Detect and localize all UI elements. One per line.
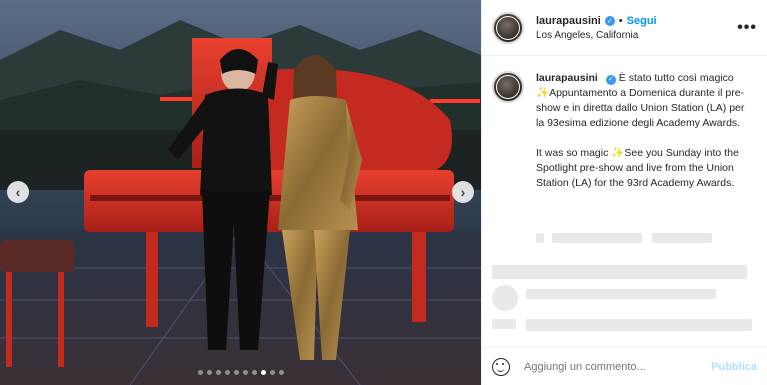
blurred-comment — [526, 319, 752, 331]
carousel-prev-button[interactable]: ‹ — [7, 181, 29, 203]
carousel-dot — [278, 370, 284, 375]
instagram-post: ‹ › laurapausini ✓ • Segui Los Angeles, … — [0, 0, 767, 385]
comment-input[interactable] — [524, 360, 712, 373]
follow-button[interactable]: Segui — [627, 15, 657, 27]
header-line: laurapausini ✓ • Segui — [536, 15, 737, 27]
chevron-left-icon: ‹ — [15, 184, 21, 200]
carousel-dot — [251, 370, 257, 375]
emoji-icon[interactable] — [492, 357, 510, 376]
carousel-dot — [242, 370, 248, 375]
caption-text-it-a: È stato tutto così magico — [618, 72, 734, 84]
caption-paragraph-en: It was so magic ✨See you Sunday into the… — [536, 146, 746, 191]
blurred-comment — [552, 233, 642, 243]
caption-avatar[interactable] — [492, 71, 524, 103]
photo-scene — [0, 0, 481, 385]
carousel-dot — [260, 370, 266, 375]
verified-badge-icon: ✓ — [605, 74, 616, 85]
carousel-next-button[interactable]: › — [452, 181, 474, 203]
publish-button[interactable]: Pubblica — [711, 361, 757, 373]
caption-body: laurapausini ✓ È stato tutto così magico … — [536, 71, 746, 206]
blurred-comment — [536, 233, 544, 243]
caption: laurapausini ✓ È stato tutto così magico … — [492, 71, 757, 206]
post-header: laurapausini ✓ • Segui Los Angeles, Cali… — [482, 0, 767, 56]
carousel-dot — [197, 370, 203, 375]
separator: • — [618, 14, 623, 27]
avatar[interactable] — [492, 11, 524, 44]
caption-text-en-a: It was so magic — [536, 147, 609, 159]
carousel-dot — [269, 370, 275, 375]
blurred-comment — [492, 319, 516, 329]
blurred-avatar — [492, 285, 518, 311]
carousel-dot — [224, 370, 230, 375]
comment-composer: Pubblica — [482, 347, 767, 385]
carousel-dot — [206, 370, 212, 375]
post-sidebar: laurapausini ✓ • Segui Los Angeles, Cali… — [481, 0, 767, 385]
carousel-dot — [233, 370, 239, 375]
comments-section: laurapausini ✓ È stato tutto così magico … — [482, 57, 767, 347]
blurred-comment — [652, 233, 712, 243]
blurred-comment — [492, 265, 747, 279]
sparkles-icon: ✨ — [536, 87, 550, 99]
username-link[interactable]: laurapausini — [536, 15, 601, 27]
verified-badge-icon: ✓ — [604, 15, 615, 26]
header-text: laurapausini ✓ • Segui Los Angeles, Cali… — [536, 15, 737, 41]
caption-paragraph-it: laurapausini ✓ È stato tutto così magico … — [536, 71, 746, 131]
caption-text-it-b: Appuntamento a Domenica durante il pre-s… — [536, 87, 745, 129]
carousel-indicator — [0, 370, 481, 375]
chevron-right-icon: › — [460, 184, 466, 200]
post-photo[interactable]: ‹ › — [0, 0, 481, 385]
more-options-icon[interactable]: ••• — [737, 19, 757, 37]
blurred-comment — [526, 289, 716, 299]
sparkles-icon: ✨ — [611, 147, 625, 159]
caption-username-link[interactable]: laurapausini — [536, 72, 598, 84]
carousel-dot — [215, 370, 221, 375]
location-link[interactable]: Los Angeles, California — [536, 30, 737, 41]
